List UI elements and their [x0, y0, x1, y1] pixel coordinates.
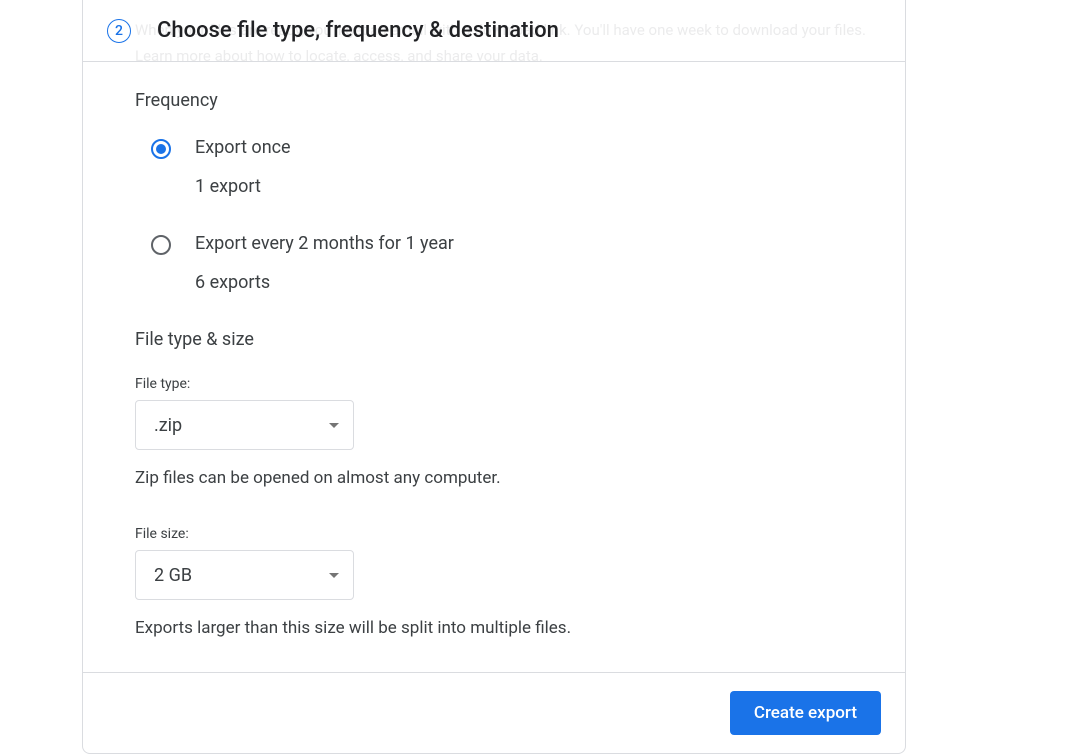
file-type-select[interactable]: .zip — [135, 400, 354, 450]
chevron-down-icon — [329, 573, 339, 578]
step-row: 2 Choose file type, frequency & destinat… — [107, 18, 881, 43]
radio-dot-icon — [156, 144, 166, 154]
file-size-select[interactable]: 2 GB — [135, 550, 354, 600]
frequency-option-recurring: Export every 2 months for 1 year 6 expor… — [151, 233, 853, 293]
file-type-value: .zip — [154, 415, 182, 436]
create-export-button[interactable]: Create export — [730, 691, 881, 735]
radio-label: Export once — [195, 137, 291, 158]
file-size-helper: Exports larger than this size will be sp… — [135, 618, 853, 638]
radio-sublabel: 6 exports — [195, 272, 454, 293]
file-type-field: File type: .zip Zip files can be opened … — [135, 376, 853, 488]
step-number-badge: 2 — [107, 19, 131, 43]
radio-sublabel: 1 export — [195, 176, 291, 197]
frequency-radio-group: Export once 1 export Export every 2 mont… — [135, 137, 853, 293]
step-title: Choose file type, frequency & destinatio… — [157, 18, 559, 43]
radio-label: Export every 2 months for 1 year — [195, 233, 454, 254]
frequency-option-once: Export once 1 export — [151, 137, 853, 197]
file-size-value: 2 GB — [154, 565, 192, 586]
step-body: Frequency Export once 1 export — [83, 62, 905, 672]
export-step-panel: When your files are ready, you'll get an… — [82, 0, 906, 754]
frequency-heading: Frequency — [135, 90, 853, 111]
radio-export-recurring[interactable] — [151, 235, 171, 255]
step-header: When your files are ready, you'll get an… — [83, 0, 905, 62]
filetype-section: File type & size File type: .zip Zip fil… — [135, 329, 853, 638]
filetype-heading: File type & size — [135, 329, 853, 350]
panel-footer: Create export — [83, 672, 905, 753]
file-size-field: File size: 2 GB Exports larger than this… — [135, 526, 853, 638]
file-type-helper: Zip files can be opened on almost any co… — [135, 468, 853, 488]
radio-export-once[interactable] — [151, 139, 171, 159]
file-type-label: File type: — [135, 376, 853, 392]
chevron-down-icon — [329, 423, 339, 428]
file-size-label: File size: — [135, 526, 853, 542]
